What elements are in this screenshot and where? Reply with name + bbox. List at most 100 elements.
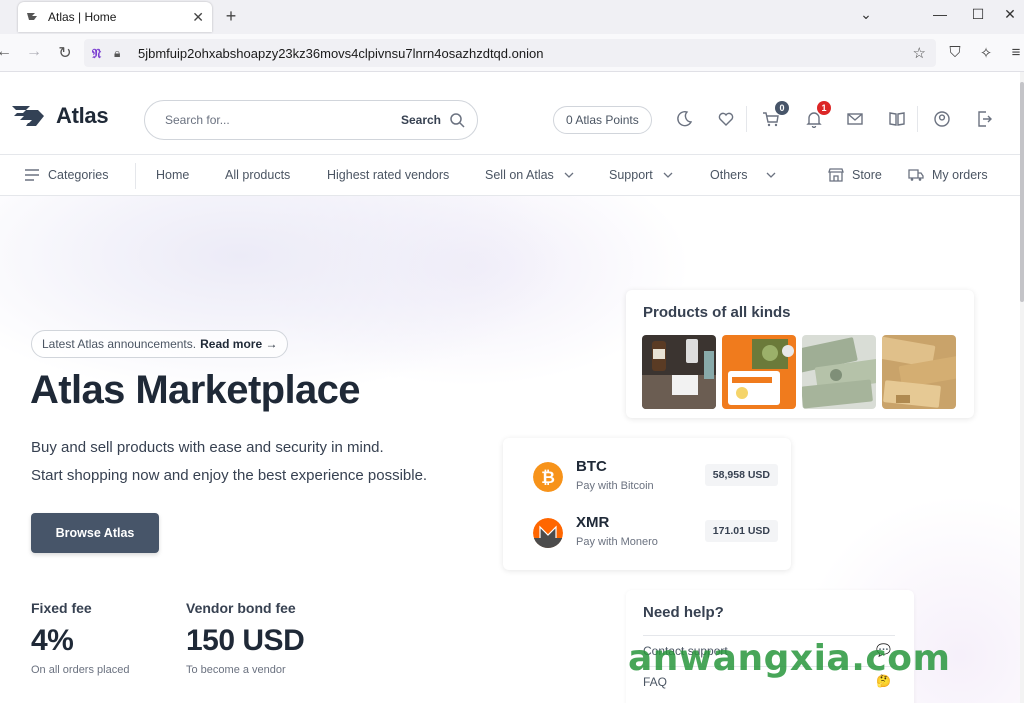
chevron-down-icon <box>564 172 574 178</box>
stat-value: 150 USD <box>186 624 305 657</box>
nav-sell-on-atlas[interactable]: Sell on Atlas <box>485 168 574 182</box>
help-card-title: Need help? <box>643 604 724 621</box>
browse-atlas-button[interactable]: Browse Atlas <box>31 513 159 553</box>
scrollbar-thumb[interactable] <box>1020 82 1024 302</box>
stat-caption: To become a vendor <box>186 664 286 676</box>
nav-categories[interactable]: Categories <box>24 168 108 182</box>
tab-title: Atlas | Home <box>48 10 117 24</box>
atlas-logo-icon <box>12 106 44 126</box>
stat-vendor-bond: Vendor bond fee 150 USD To become a vend… <box>186 600 305 676</box>
stat-label: Fixed fee <box>31 600 92 616</box>
nav-all-products-label: All products <box>225 168 291 182</box>
nav-support[interactable]: Support <box>609 168 673 182</box>
site-header: Atlas Search 0 Atlas Points 0 1 <box>0 72 1020 154</box>
chevron-down-icon <box>663 172 673 178</box>
crypto-card: ₿ BTC Pay with Bitcoin 58,958 USD XMR Pa… <box>503 438 791 570</box>
watermark-text: anwangxia.com <box>628 638 951 679</box>
announcement-pill[interactable]: Latest Atlas announcements. Read more → <box>31 330 289 358</box>
stat-value: 4% <box>31 624 74 657</box>
header-divider <box>746 106 747 132</box>
search-button[interactable]: Search <box>401 113 441 127</box>
nav-divider <box>135 163 136 189</box>
site-logo[interactable]: Atlas <box>10 102 109 130</box>
product-thumbnail[interactable] <box>642 335 716 409</box>
reload-icon[interactable]: ↻ <box>55 43 75 63</box>
products-card-title: Products of all kinds <box>643 304 791 321</box>
product-thumbnail[interactable] <box>802 335 876 409</box>
announcement-text: Latest Atlas announcements. <box>42 337 197 351</box>
browser-tab[interactable]: Atlas | Home ✕ <box>18 2 212 32</box>
main-nav: Categories Home All products Highest rat… <box>0 154 1020 196</box>
chevron-down-icon <box>766 172 775 178</box>
menu-icon[interactable]: ≡ <box>1006 44 1024 61</box>
truck-icon <box>908 169 924 181</box>
coin-symbol: XMR <box>576 514 610 531</box>
coin-price-badge: 171.01 USD <box>704 520 778 542</box>
header-divider <box>917 106 918 132</box>
hero-subtitle-line-1: Buy and sell products with ease and secu… <box>31 439 384 456</box>
close-window-icon[interactable]: ✕ <box>1000 6 1020 23</box>
url-field[interactable]: 𝔑 🔒︎ 5jbmfuip2ohxabshoapzy23kz36movs4clp… <box>84 39 936 67</box>
bookmark-star-icon[interactable]: ☆ <box>913 44 926 62</box>
store-icon <box>828 168 844 182</box>
search-bar: Search <box>144 100 478 140</box>
nav-my-orders-label: My orders <box>932 168 988 182</box>
coin-symbol: BTC <box>576 458 607 475</box>
tor-circuit-icon[interactable]: 𝔑 <box>92 46 106 61</box>
mail-icon[interactable] <box>846 110 866 130</box>
hero-subtitle: Buy and sell products with ease and secu… <box>31 434 427 490</box>
search-input[interactable] <box>165 113 401 127</box>
hamburger-icon <box>25 169 39 181</box>
back-icon[interactable]: ← <box>0 43 14 61</box>
forward-icon[interactable]: → <box>24 43 44 61</box>
browser-toolbar: ← → ↻ 𝔑 🔒︎ 5jbmfuip2ohxabshoapzy23kz36mo… <box>0 34 1024 72</box>
new-tab-icon[interactable]: + <box>222 6 240 27</box>
shield-icon[interactable]: ⛉ <box>945 44 965 61</box>
hero-subtitle-line-2: Start shopping now and enjoy the best ex… <box>31 467 428 484</box>
coin-row-xmr: XMR Pay with Monero 171.01 USD <box>533 514 778 554</box>
nav-all-products[interactable]: All products <box>225 168 290 182</box>
logout-icon[interactable] <box>976 110 996 130</box>
close-tab-icon[interactable]: ✕ <box>192 9 204 26</box>
atlas-points-button[interactable]: 0 Atlas Points <box>553 106 652 134</box>
coin-pay-text: Pay with Bitcoin <box>576 480 654 492</box>
nav-home[interactable]: Home <box>156 168 189 182</box>
monero-icon <box>533 518 563 548</box>
tab-list-chevron-icon[interactable]: ⌄ <box>856 6 876 23</box>
page: Atlas Search 0 Atlas Points 0 1 <box>0 72 1020 703</box>
stat-fixed-fee: Fixed fee 4% On all orders placed <box>31 600 129 676</box>
nav-categories-label: Categories <box>48 168 109 182</box>
stat-caption: On all orders placed <box>31 664 130 676</box>
product-thumbnail[interactable] <box>882 335 956 409</box>
user-icon[interactable] <box>933 110 953 130</box>
nav-others[interactable]: Others <box>710 168 776 182</box>
nav-home-label: Home <box>156 168 190 182</box>
notification-count-badge: 1 <box>817 101 831 115</box>
nav-my-orders[interactable]: My orders <box>908 168 988 182</box>
search-icon[interactable] <box>449 112 465 128</box>
bitcoin-icon: ₿ <box>533 462 563 492</box>
stat-label: Vendor bond fee <box>186 600 296 616</box>
read-more-link[interactable]: Read more → <box>200 337 277 351</box>
minimize-icon[interactable]: — <box>930 6 950 22</box>
heart-icon[interactable] <box>717 110 737 130</box>
book-icon[interactable] <box>888 110 908 130</box>
nav-sell-label: Sell on Atlas <box>485 168 554 182</box>
coin-row-btc: ₿ BTC Pay with Bitcoin 58,958 USD <box>533 458 778 498</box>
maximize-icon[interactable]: ☐ <box>968 6 988 23</box>
brand-name: Atlas <box>56 103 109 128</box>
nav-store[interactable]: Store <box>828 168 882 182</box>
nav-support-label: Support <box>609 168 653 182</box>
cart-count-badge: 0 <box>775 101 789 115</box>
coin-pay-text: Pay with Monero <box>576 536 658 548</box>
nav-store-label: Store <box>852 168 882 182</box>
product-thumbnail[interactable] <box>722 335 796 409</box>
new-identity-icon[interactable]: ✧ <box>976 44 996 62</box>
onion-lock-icon[interactable]: 🔒︎ <box>114 46 126 61</box>
moon-icon[interactable] <box>675 110 695 130</box>
page-scrollbar[interactable] <box>1020 72 1024 703</box>
svg-text:₿: ₿ <box>541 468 555 488</box>
hero-title: Atlas Marketplace <box>30 368 361 412</box>
atlas-favicon-icon <box>27 13 37 20</box>
nav-highest-rated[interactable]: Highest rated vendors <box>327 168 449 182</box>
